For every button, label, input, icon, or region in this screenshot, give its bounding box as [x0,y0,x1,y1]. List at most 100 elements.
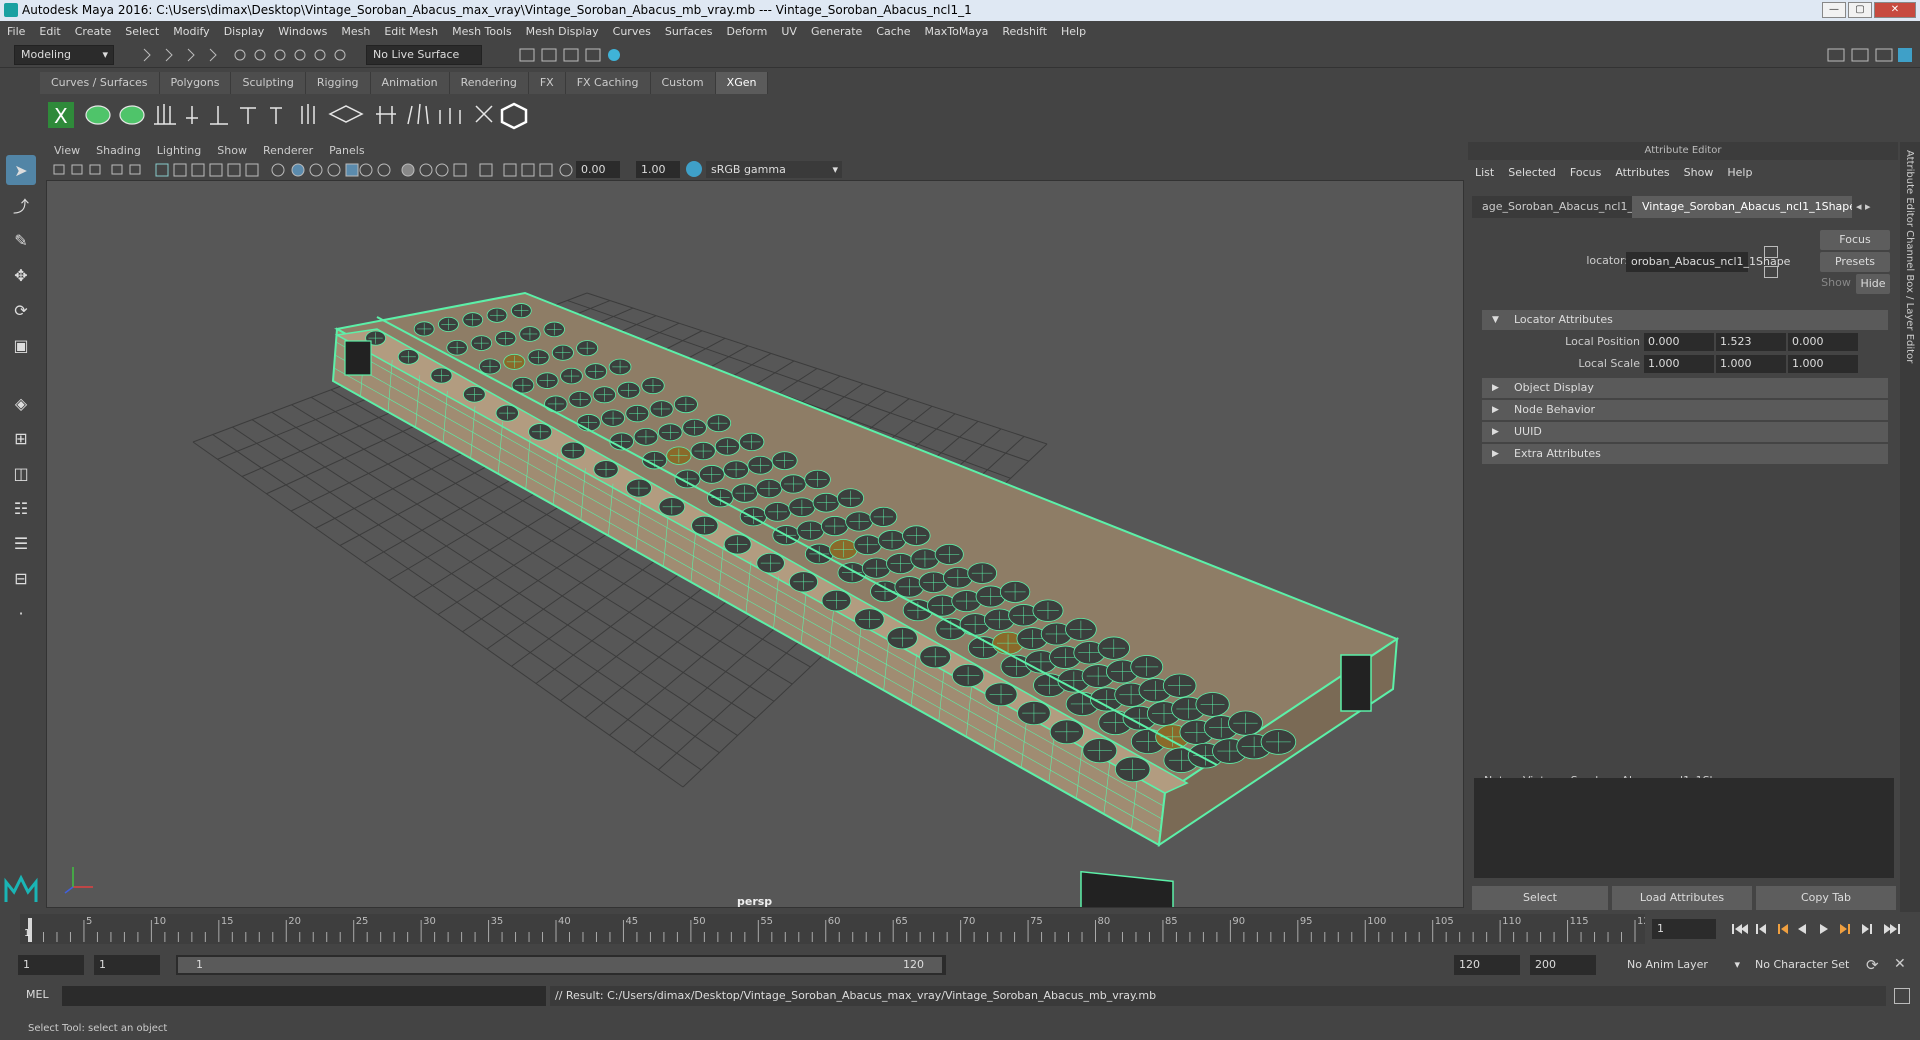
ae-menu-attributes[interactable]: Attributes [1608,162,1676,184]
script-editor-icon[interactable] [1894,988,1910,1004]
tab-scroll-arrows-icon[interactable]: ◂ ▸ [1852,196,1875,218]
tab-transform-node[interactable]: age_Soroban_Abacus_ncl1_1 [1472,196,1632,218]
auto-key-icon[interactable]: ⟳ [1866,956,1879,974]
perspective-viewport[interactable]: persp [46,180,1464,908]
tab-sculpting[interactable]: Sculpting [231,72,306,94]
tab-shape-node[interactable]: Vintage_Soroban_Abacus_ncl1_1Shape [1632,196,1852,218]
workspace-icons[interactable] [1824,46,1914,64]
layout-single-button[interactable]: ◈ [6,388,36,418]
local-position-y-field[interactable]: 1.523 [1716,333,1786,351]
script-language-toggle[interactable]: MEL [26,988,49,1001]
ae-menu-selected[interactable]: Selected [1501,162,1563,184]
menu-cache[interactable]: Cache [869,21,917,42]
close-button[interactable]: ✕ [1874,2,1916,18]
local-scale-y-field[interactable]: 1.000 [1716,355,1786,373]
select-tool-button[interactable]: ➤ [6,155,36,185]
scene-canvas[interactable] [47,181,1464,908]
copy-tab-button[interactable]: Copy Tab [1756,886,1896,910]
scale-tool-button[interactable]: ▣ [6,330,36,360]
playback-end-field[interactable]: 120 [1454,955,1520,975]
menu-mesh[interactable]: Mesh [334,21,377,42]
layout-custom-button[interactable]: ⊟ [6,563,36,593]
menu-windows[interactable]: Windows [271,21,334,42]
preferences-icon[interactable]: ✕ [1894,956,1906,972]
section-node-behavior[interactable]: ▶ Node Behavior [1482,400,1888,420]
menu-maxtomaya[interactable]: MaxToMaya [918,21,996,42]
go-to-output-icon[interactable] [1764,266,1778,278]
layout-four-button[interactable]: ⊞ [6,423,36,453]
section-locator-attributes[interactable]: ▼ Locator Attributes [1482,310,1888,330]
range-slider[interactable]: 1 120 [176,955,946,975]
right-panel-tabs[interactable]: Attribute Editor Channel Box / Layer Edi… [1900,142,1920,912]
section-object-display[interactable]: ▶ Object Display [1482,378,1888,398]
layout-two-button[interactable]: ◫ [6,458,36,488]
tab-xgen[interactable]: XGen [715,72,769,94]
ae-menu-show[interactable]: Show [1677,162,1721,184]
menu-generate[interactable]: Generate [804,21,869,42]
range-slider-handle[interactable]: 1 120 [178,957,942,973]
end-frame-field[interactable]: 200 [1530,955,1596,975]
menu-select[interactable]: Select [118,21,166,42]
local-scale-x-field[interactable]: 1.000 [1644,355,1714,373]
menu-curves[interactable]: Curves [606,21,658,42]
far-clip-field[interactable]: 1.00 [636,161,680,178]
menu-display[interactable]: Display [217,21,272,42]
vp-menu-view[interactable]: View [46,142,88,160]
tab-polygons[interactable]: Polygons [159,72,232,94]
paint-select-tool-button[interactable]: ✎ [6,225,36,255]
command-input[interactable] [62,986,546,1006]
time-slider[interactable]: 5 10 15 20 25 30 35 40 45 50 55 60 65 70 75 80 85 90 95 100… [20,914,1645,944]
section-extra-attributes[interactable]: ▶ Extra Attributes [1482,444,1888,464]
menu-help[interactable]: Help [1054,21,1093,42]
menu-redshift[interactable]: Redshift [995,21,1054,42]
anim-layer-dropdown[interactable]: No Anim Layer ▾ [1622,955,1742,975]
menu-deform[interactable]: Deform [719,21,774,42]
local-scale-z-field[interactable]: 1.000 [1788,355,1858,373]
rotate-tool-button[interactable]: ⟳ [6,295,36,325]
character-set-dropdown[interactable]: No Character Set [1750,955,1870,975]
ae-menu-list[interactable]: List [1468,162,1501,184]
right-panel-tab-labels[interactable]: Attribute Editor Channel Box / Layer Edi… [1904,142,1915,363]
notes-textarea[interactable] [1474,778,1894,878]
minimize-button[interactable]: — [1822,2,1846,18]
tab-rendering[interactable]: Rendering [449,72,529,94]
ae-select-button[interactable]: Select [1472,886,1608,910]
presets-button[interactable]: Presets [1820,252,1890,272]
playback-buttons[interactable] [1728,920,1918,938]
menu-modify[interactable]: Modify [166,21,216,42]
menuset-dropdown[interactable]: Modeling ▾ [14,45,114,65]
menu-uv[interactable]: UV [774,21,804,42]
menu-mesh-display[interactable]: Mesh Display [519,21,606,42]
vp-menu-renderer[interactable]: Renderer [255,142,321,160]
tab-animation[interactable]: Animation [370,72,450,94]
local-position-x-field[interactable]: 0.000 [1644,333,1714,351]
start-frame-field[interactable]: 1 [18,955,84,975]
lasso-tool-button[interactable]: ⤴ [6,190,36,220]
menu-mesh-tools[interactable]: Mesh Tools [445,21,519,42]
layout-outliner-button[interactable]: ☷ [6,493,36,523]
tab-custom[interactable]: Custom [650,72,716,94]
focus-button[interactable]: Focus [1820,230,1890,250]
xgen-shelf-icons[interactable]: X [40,94,600,138]
maximize-button[interactable]: ▢ [1848,2,1872,18]
hide-button[interactable]: Hide [1856,274,1890,294]
tab-fx[interactable]: FX [528,72,566,94]
vp-menu-shading[interactable]: Shading [88,142,149,160]
section-uuid[interactable]: ▶ UUID [1482,422,1888,442]
tab-rigging[interactable]: Rigging [305,72,371,94]
playback-start-field[interactable]: 1 [94,955,160,975]
layout-graph-button[interactable]: ☰ [6,528,36,558]
ae-menu-help[interactable]: Help [1720,162,1759,184]
local-position-z-field[interactable]: 0.000 [1788,333,1858,351]
menu-surfaces[interactable]: Surfaces [658,21,720,42]
near-clip-field[interactable]: 0.00 [576,161,620,178]
menu-file[interactable]: File [0,21,32,42]
vp-menu-show[interactable]: Show [209,142,255,160]
layout-more-button[interactable]: · [6,598,36,628]
go-to-input-icon[interactable] [1764,246,1778,258]
tab-curves-surfaces[interactable]: Curves / Surfaces [40,72,160,94]
menu-edit[interactable]: Edit [32,21,67,42]
color-management-icon[interactable] [686,161,702,177]
color-space-dropdown[interactable]: sRGB gamma ▾ [706,161,842,178]
tab-fx-caching[interactable]: FX Caching [565,72,651,94]
